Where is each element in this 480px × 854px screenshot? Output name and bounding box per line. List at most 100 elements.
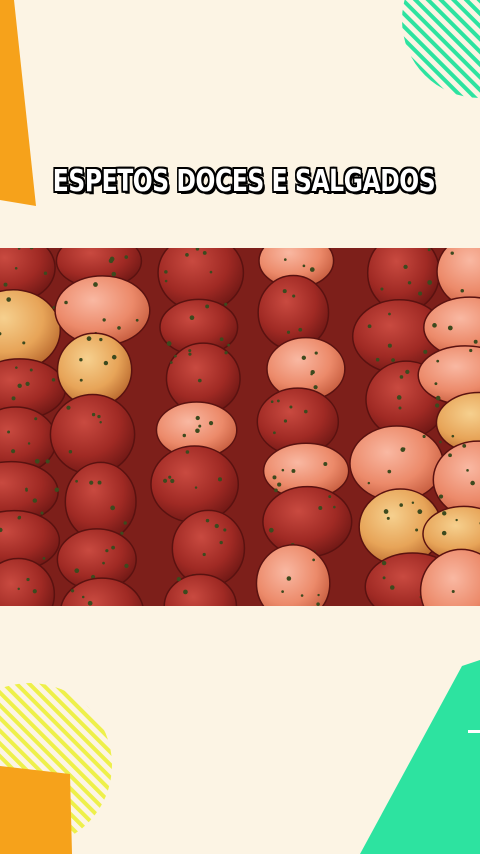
herb-speck <box>367 324 372 329</box>
herb-speck <box>422 434 426 439</box>
herb-speck <box>205 518 210 523</box>
herb-speck <box>227 343 231 347</box>
herb-speck <box>219 337 224 342</box>
herb-speck <box>427 280 433 285</box>
herb-speck <box>291 469 296 473</box>
herb-speck <box>448 453 452 458</box>
herb-speck <box>89 480 94 485</box>
herb-speck <box>396 395 402 400</box>
herb-speck <box>286 330 291 334</box>
video-title: ESPETOS DOCES E SALGADOS <box>52 164 436 199</box>
herb-speck <box>380 287 384 291</box>
herb-speck <box>14 266 18 270</box>
herb-speck <box>272 431 276 435</box>
herb-speck <box>124 255 129 259</box>
herb-speck <box>111 545 116 550</box>
herb-speck <box>185 253 189 257</box>
orange-square-bottom-left <box>0 766 72 854</box>
herb-speck <box>272 475 277 480</box>
herb-speck <box>282 289 287 294</box>
herb-speck <box>389 585 395 590</box>
herb-speck <box>313 385 318 390</box>
herb-speck <box>70 589 75 593</box>
herb-speck <box>405 369 410 375</box>
herb-speck <box>460 289 465 293</box>
herb-speck <box>6 297 12 302</box>
herb-speck <box>79 358 83 362</box>
herb-speck <box>68 450 73 454</box>
herb-speck <box>164 270 168 274</box>
herb-speck <box>176 577 181 582</box>
herb-speck <box>163 478 168 483</box>
herb-speck <box>415 528 419 532</box>
green-triangle-bottom-right <box>360 660 480 854</box>
herb-speck <box>97 414 101 419</box>
herb-speck <box>34 458 40 464</box>
herb-speck <box>451 434 455 438</box>
herb-speck <box>399 375 404 379</box>
herb-speck <box>202 552 206 557</box>
herb-speck <box>298 327 303 332</box>
herb-speck <box>97 480 102 485</box>
herb-speck <box>283 258 287 261</box>
herb-speck <box>123 521 127 525</box>
herb-speck <box>434 382 438 386</box>
herb-speck <box>135 318 139 322</box>
herb-speck <box>292 294 296 298</box>
herb-speck <box>217 477 223 482</box>
herb-speck <box>386 516 390 520</box>
herb-speck <box>27 442 31 445</box>
herb-speck <box>205 304 210 309</box>
herb-speck <box>173 354 177 358</box>
herb-speck <box>188 352 192 356</box>
herb-speck <box>383 509 389 514</box>
skewer-chunk <box>150 445 240 524</box>
herb-speck <box>417 509 423 515</box>
herb-speck <box>435 395 441 401</box>
herb-speck <box>93 282 98 287</box>
herb-speck <box>86 336 92 341</box>
herb-speck <box>34 417 38 421</box>
herb-speck <box>25 489 28 492</box>
herb-speck <box>25 381 30 386</box>
herb-speck <box>219 540 223 545</box>
herb-speck <box>32 589 37 594</box>
herb-speck <box>283 419 288 423</box>
herb-speck <box>303 409 308 414</box>
herb-speck <box>224 302 228 306</box>
herb-speck <box>51 378 56 382</box>
herb-speck <box>435 403 440 408</box>
herb-speck <box>75 479 78 483</box>
herb-speck <box>166 341 172 346</box>
herb-speck <box>208 421 214 426</box>
herb-speck <box>281 468 285 472</box>
herb-speck <box>367 481 371 485</box>
herb-speck <box>317 593 320 597</box>
herb-speck <box>198 424 202 428</box>
herb-speck <box>42 556 46 560</box>
herb-speck <box>301 355 307 360</box>
herb-speck <box>382 576 386 580</box>
herb-speck <box>40 511 44 515</box>
herb-speck <box>99 421 102 424</box>
herb-speck <box>7 430 11 434</box>
herb-speck <box>209 270 213 274</box>
herb-speck <box>268 527 274 533</box>
herb-speck <box>387 343 392 348</box>
orange-triangle-top-left <box>0 0 36 206</box>
herb-speck <box>442 511 447 516</box>
herb-speck <box>195 428 200 434</box>
herb-speck <box>403 264 408 270</box>
herb-speck <box>387 469 392 474</box>
herb-speck <box>277 482 282 487</box>
herb-speck <box>214 523 219 529</box>
herb-speck <box>318 505 323 510</box>
herb-speck <box>29 368 33 372</box>
herb-speck <box>441 530 447 536</box>
herb-speck <box>470 480 475 486</box>
herb-speck <box>124 563 129 569</box>
herb-speck <box>22 341 26 345</box>
herb-speck <box>333 505 336 509</box>
herb-speck <box>309 267 315 272</box>
herb-speck <box>432 323 437 328</box>
